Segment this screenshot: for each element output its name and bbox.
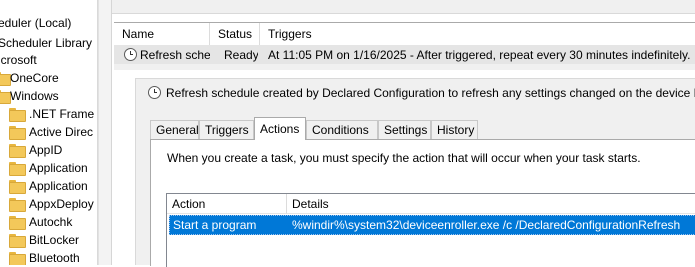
- folder-icon: [9, 162, 26, 176]
- column-header-action[interactable]: Action: [167, 194, 287, 214]
- action-details: %windir%\system32\deviceenroller.exe /c …: [292, 218, 681, 232]
- actions-table[interactable]: Action Details Start a program %windir%\…: [166, 193, 695, 267]
- tab-settings[interactable]: Settings: [378, 120, 431, 140]
- folder-icon: [0, 90, 11, 104]
- folder-icon: [0, 72, 11, 86]
- tree-item-label: Scheduler Library: [0, 36, 93, 50]
- tree-item-label: .NET Frame: [29, 107, 95, 121]
- task-description: Refresh schedule created by Declared Con…: [166, 86, 695, 100]
- tree-item-appxdeployment[interactable]: AppxDeploy: [0, 195, 97, 213]
- tab-conditions[interactable]: Conditions: [306, 120, 378, 140]
- task-row[interactable]: Refresh sche... Ready At 11:05 PM on 1/1…: [114, 45, 695, 65]
- task-status: Ready: [224, 48, 258, 62]
- folder-icon: [9, 216, 26, 230]
- tree-item-label: AppxDeploy: [29, 197, 94, 211]
- column-header-name[interactable]: Name: [114, 23, 210, 45]
- tree-item-autochk[interactable]: Autochk: [0, 213, 97, 231]
- tree-item-active-directory[interactable]: Active Direc: [0, 123, 97, 141]
- tree-item-appid[interactable]: AppID: [0, 141, 97, 159]
- actions-tab-content: When you create a task, you must specify…: [150, 139, 695, 267]
- tab-general[interactable]: General: [150, 120, 199, 140]
- column-header-triggers[interactable]: Triggers: [260, 23, 695, 45]
- tree-item-bitlocker[interactable]: BitLocker: [0, 231, 97, 249]
- tree-item-label: BitLocker: [29, 233, 80, 247]
- pane-top-strip: [112, 0, 695, 14]
- tree-item-label: Application: [29, 161, 88, 175]
- tree-item-label: Windows: [10, 89, 59, 103]
- tree-item-application-1[interactable]: Application: [0, 159, 97, 177]
- folder-icon: [9, 234, 26, 248]
- task-list[interactable]: Name Status Triggers Refresh sche... Rea…: [114, 22, 695, 65]
- folder-icon: [9, 126, 26, 140]
- folder-icon: [9, 252, 26, 265]
- tab-triggers[interactable]: Triggers: [199, 120, 254, 140]
- task-list-scrollbar[interactable]: [114, 64, 695, 70]
- tree-item-microsoft[interactable]: icrosoft: [0, 51, 37, 69]
- task-trigger: At 11:05 PM on 1/16/2025 - After trigger…: [268, 48, 691, 62]
- column-header-status[interactable]: Status: [210, 23, 260, 45]
- detail-clock-icon: [148, 86, 161, 99]
- task-library-tree[interactable]: eduler (Local) Scheduler Library icrosof…: [0, 0, 98, 265]
- tab-history[interactable]: History: [431, 120, 478, 140]
- task-name: Refresh sche...: [140, 48, 210, 62]
- column-header-details[interactable]: Details: [287, 194, 695, 214]
- tree-item-label: Autochk: [29, 215, 73, 229]
- tree-item-label: Active Direc: [29, 125, 94, 139]
- tree-item-label: Bluetooth: [29, 251, 80, 265]
- action-row[interactable]: Start a program %windir%\system32\device…: [169, 215, 695, 235]
- actions-instructions: When you create a task, you must specify…: [167, 151, 641, 165]
- folder-icon: [9, 108, 26, 122]
- tab-actions[interactable]: Actions: [254, 117, 306, 140]
- tree-item-net-framework[interactable]: .NET Frame: [0, 105, 97, 123]
- tree-item-bluetooth[interactable]: Bluetooth: [0, 249, 97, 265]
- tree-item-application-2[interactable]: Application: [0, 177, 97, 195]
- tree-item-label: AppID: [29, 143, 63, 157]
- tree-scrollbar[interactable]: [98, 0, 112, 265]
- folder-icon: [9, 180, 26, 194]
- tree-item-label: icrosoft: [0, 53, 37, 67]
- folder-icon: [9, 144, 26, 158]
- tree-item-scheduler-local[interactable]: eduler (Local): [0, 14, 71, 32]
- folder-icon: [9, 198, 26, 212]
- tree-item-scheduler-library[interactable]: Scheduler Library: [0, 34, 92, 52]
- task-detail-panel: Refresh schedule created by Declared Con…: [135, 78, 695, 267]
- tree-item-label: eduler (Local): [0, 16, 72, 30]
- action-type: Start a program: [173, 218, 257, 232]
- tree-item-label: OneCore: [10, 71, 59, 85]
- task-clock-icon: [124, 48, 137, 61]
- task-list-header: Name Status Triggers: [114, 23, 695, 45]
- tree-item-label: Application: [29, 179, 88, 193]
